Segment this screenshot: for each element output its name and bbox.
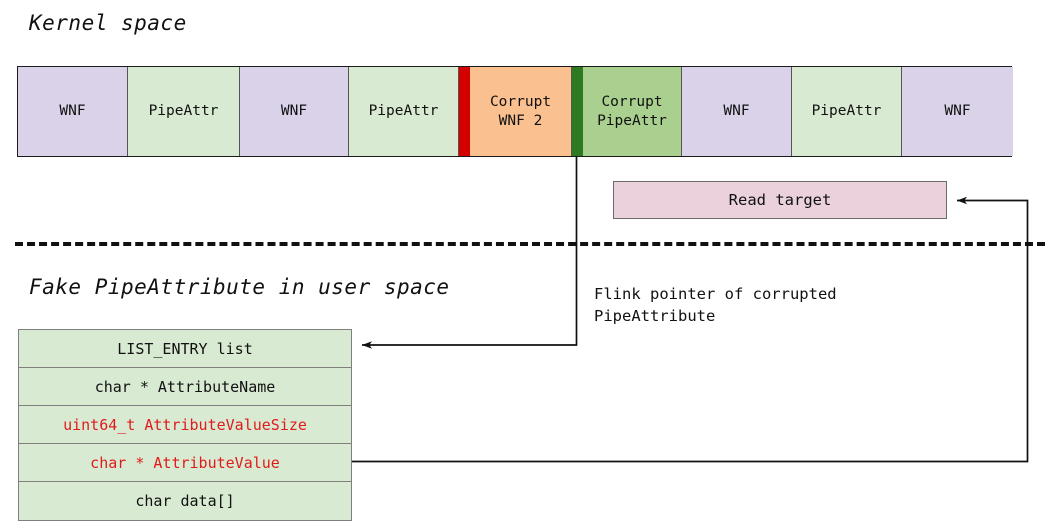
kernel-memory-strip: WNF PipeAttr WNF PipeAttr Corrupt WNF 2 Corru…: [17, 66, 1013, 157]
kernel-block-pipeattr: PipeAttr: [792, 67, 902, 156]
kernel-block-label: WNF: [280, 103, 308, 120]
kernel-user-space-divider: [15, 242, 1045, 246]
kernel-block-label: PipeAttr: [811, 103, 882, 120]
kernel-block-stripe-4: [459, 67, 470, 156]
kernel-block-label: WNF: [944, 103, 971, 120]
pipeattr-row-4: char data[]: [19, 482, 351, 520]
kernel-block-wnf: WNF: [240, 67, 349, 156]
flink-pointer-annotation: Flink pointer of corrupted PipeAttribute: [594, 285, 837, 325]
kernel-block-label: Corrupt PipeAttr: [597, 94, 667, 129]
pipeattr-row-2: uint64_t AttributeValueSize: [19, 406, 351, 444]
attribute-value-pointer-arrow: [352, 196, 1029, 463]
pipeattr-row-label: uint64_t AttributeValueSize: [63, 415, 307, 434]
kernel-block-wnf: WNF: [902, 67, 1013, 156]
kernel-block-label: PipeAttr: [368, 103, 439, 120]
kernel-block-pipeattr: PipeAttr: [349, 67, 459, 156]
kernel-block-wnf: WNF: [682, 67, 792, 156]
kernel-space-heading: Kernel space: [29, 11, 187, 35]
pipeattr-row-3: char * AttributeValue: [19, 444, 351, 482]
kernel-block-corrupt-wnf-2: Corrupt WNF 2: [470, 67, 572, 156]
kernel-block-label: Corrupt WNF 2: [489, 94, 552, 129]
diagram-canvas: Kernel space WNF PipeAttr WNF PipeAttr Corru…: [0, 0, 1052, 532]
pipeattr-row-label: char * AttributeValue: [90, 453, 280, 472]
kernel-block-wnf: WNF: [18, 67, 128, 156]
pipeattr-row-label: char data[]: [135, 492, 235, 510]
pipeattr-row-1: char * AttributeName: [19, 368, 351, 406]
fake-pipeattribute-table: LIST_ENTRY list char * AttributeName uint6…: [18, 329, 352, 521]
flink-pointer-arrow: [362, 157, 578, 349]
read-target-label: Read target: [728, 191, 832, 209]
kernel-block-corrupt-pipeattr: Corrupt PipeAttr: [583, 67, 682, 156]
pipeattr-row-0: LIST_ENTRY list: [19, 330, 351, 368]
kernel-block-pipeattr: PipeAttr: [128, 67, 240, 156]
kernel-block-label: WNF: [59, 103, 86, 120]
pipeattr-row-label: LIST_ENTRY list: [117, 339, 253, 358]
kernel-block-label: PipeAttr: [148, 103, 219, 120]
read-target-box: Read target: [613, 181, 947, 219]
pipeattr-row-label: char * AttributeName: [94, 377, 276, 396]
user-space-heading: Fake PipeAttribute in user space: [29, 275, 450, 299]
kernel-block-stripe-6: [572, 67, 583, 156]
kernel-block-label: WNF: [723, 103, 750, 120]
